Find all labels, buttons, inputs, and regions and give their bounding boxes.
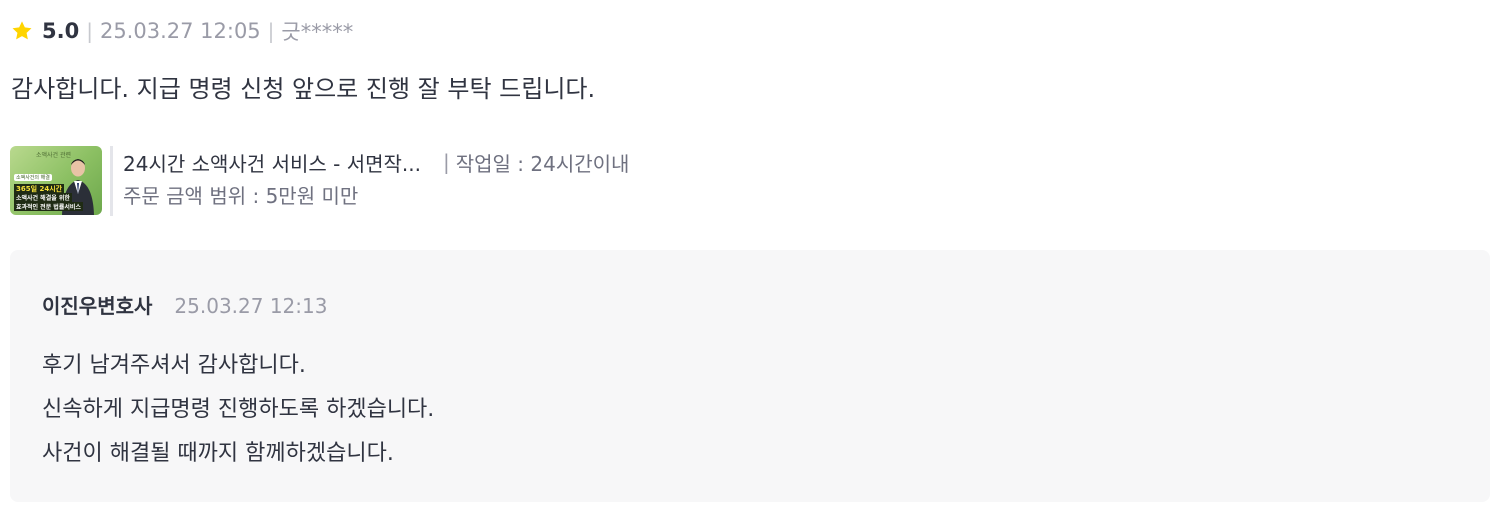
thumbnail-line-2: 효과적인 전문 법률서비스 bbox=[14, 202, 83, 211]
order-price-range: 주문 금액 범위 : 5만원 미만 bbox=[123, 184, 359, 208]
product-info-row: 24시간 소액사건 서비스 - 서면작... | 작업일 : 24시간이내 bbox=[123, 146, 629, 178]
reply-line: 신속하게 지급명령 진행하도록 하겠습니다. bbox=[42, 397, 435, 422]
divider: | bbox=[86, 19, 93, 43]
work-days: 작업일 : 24시간이내 bbox=[455, 151, 630, 176]
reply-line: 사건이 해결될 때까지 함께하겠습니다. bbox=[42, 441, 394, 466]
thumbnail-line-1: 소액사건 해결을 위한 bbox=[14, 193, 72, 202]
review-text: 감사합니다. 지급 명령 신청 앞으로 진행 잘 부탁 드립니다. bbox=[11, 75, 596, 103]
divider: | bbox=[442, 150, 450, 174]
seller-reply: 이진우변호사 25.03.27 12:13 후기 남겨주셔서 감사합니다. 신속… bbox=[10, 250, 1490, 502]
reply-body: 후기 남겨주셔서 감사합니다. 신속하게 지급명령 진행하도록 하겠습니다. 사… bbox=[42, 344, 434, 476]
reply-author: 이진우변호사 bbox=[42, 294, 153, 318]
thumbnail-badge: 소액사건의 해결 bbox=[14, 174, 52, 181]
review-date: 25.03.27 12:05 bbox=[99, 19, 261, 43]
product-thumbnail[interactable]: 소액사건 관련 소액사건의 해결 365일 24시간 소액사건 해결을 위한 효… bbox=[10, 146, 102, 215]
product-info: 24시간 소액사건 서비스 - 서면작... | 작업일 : 24시간이내 주문… bbox=[110, 146, 629, 216]
product-title-link[interactable]: 24시간 소액사건 서비스 - 서면작... bbox=[123, 148, 421, 177]
reviewer-name: 긋***** bbox=[281, 20, 354, 44]
reply-header: 이진우변호사 25.03.27 12:13 bbox=[42, 290, 327, 319]
review-meta: 5.0 | 25.03.27 12:05 | 긋***** bbox=[11, 16, 353, 46]
star-icon bbox=[12, 21, 32, 40]
reply-line: 후기 남겨주셔서 감사합니다. bbox=[42, 353, 306, 378]
divider: | bbox=[267, 19, 275, 43]
product-card[interactable]: 소액사건 관련 소액사건의 해결 365일 24시간 소액사건 해결을 위한 효… bbox=[10, 146, 629, 216]
rating-score: 5.0 bbox=[42, 19, 80, 43]
reply-date: 25.03.27 12:13 bbox=[174, 294, 328, 318]
